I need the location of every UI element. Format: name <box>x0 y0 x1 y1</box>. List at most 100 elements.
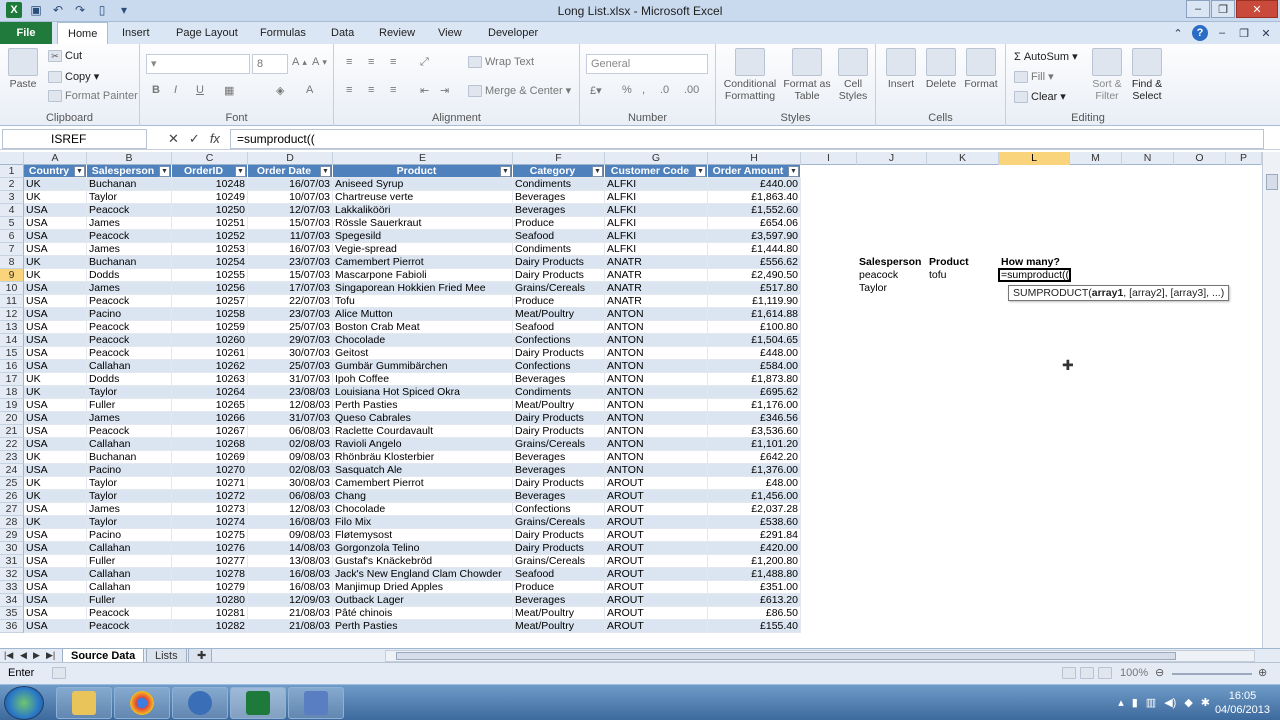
format-cells-button[interactable]: Format <box>960 48 1002 90</box>
table-header-cell[interactable]: Customer Code ▼ <box>605 165 708 178</box>
row-header[interactable]: 19 <box>0 399 24 412</box>
table-cell[interactable]: Taylor <box>87 191 172 204</box>
filter-dropdown-icon[interactable]: ▼ <box>74 166 85 177</box>
table-cell[interactable]: 12/08/03 <box>248 399 333 412</box>
help-icon[interactable]: ? <box>1192 25 1208 41</box>
table-cell[interactable]: USA <box>24 425 87 438</box>
table-cell[interactable]: Produce <box>513 217 605 230</box>
table-cell[interactable]: Peacock <box>87 620 172 633</box>
table-cell[interactable]: AROUT <box>605 555 708 568</box>
table-cell[interactable]: 23/07/03 <box>248 256 333 269</box>
table-cell[interactable]: Raclette Courdavault <box>333 425 513 438</box>
tab-formulas[interactable]: Formulas <box>250 22 316 44</box>
table-cell[interactable]: Spegesild <box>333 230 513 243</box>
bold-button[interactable]: B <box>152 84 160 96</box>
table-cell[interactable]: UK <box>24 373 87 386</box>
table-cell[interactable]: Dairy Products <box>513 477 605 490</box>
table-cell[interactable]: Grains/Cereals <box>513 555 605 568</box>
insert-function-icon[interactable]: fx <box>210 131 220 147</box>
table-cell[interactable]: UK <box>24 256 87 269</box>
table-cell[interactable]: James <box>87 243 172 256</box>
table-cell[interactable]: Condiments <box>513 386 605 399</box>
tab-page-layout[interactable]: Page Layout <box>166 22 248 44</box>
table-cell[interactable]: 02/08/03 <box>248 438 333 451</box>
row-header[interactable]: 22 <box>0 438 24 451</box>
table-cell[interactable]: 17/07/03 <box>248 282 333 295</box>
table-cell[interactable]: £291.84 <box>708 529 801 542</box>
row-header[interactable]: 27 <box>0 503 24 516</box>
table-cell[interactable]: ALFKI <box>605 178 708 191</box>
tab-view[interactable]: View <box>428 22 472 44</box>
font-size-combo[interactable]: 8 <box>252 54 288 74</box>
table-cell[interactable]: 10253 <box>172 243 248 256</box>
table-cell[interactable]: 10276 <box>172 542 248 555</box>
product-value[interactable]: tofu <box>927 269 999 282</box>
bluetooth-icon[interactable]: ✱ <box>1201 696 1210 709</box>
table-cell[interactable]: 10277 <box>172 555 248 568</box>
table-cell[interactable]: 10265 <box>172 399 248 412</box>
table-cell[interactable]: AROUT <box>605 594 708 607</box>
table-cell[interactable]: Singaporean Hokkien Fried Mee <box>333 282 513 295</box>
column-header-e[interactable]: E <box>333 152 513 165</box>
table-cell[interactable]: USA <box>24 334 87 347</box>
table-cell[interactable]: USA <box>24 581 87 594</box>
table-cell[interactable]: £86.50 <box>708 607 801 620</box>
table-cell[interactable]: ANTON <box>605 347 708 360</box>
table-cell[interactable]: 25/07/03 <box>248 360 333 373</box>
decrease-decimal-icon[interactable]: .00 <box>684 84 699 96</box>
row-header[interactable]: 15 <box>0 347 24 360</box>
table-cell[interactable]: Ipoh Coffee <box>333 373 513 386</box>
horizontal-scroll-thumb[interactable] <box>396 652 1176 660</box>
filter-dropdown-icon[interactable]: ▼ <box>159 166 170 177</box>
shrink-font-button[interactable]: A ▾ <box>312 56 327 68</box>
table-cell[interactable]: James <box>87 412 172 425</box>
row-header[interactable]: 3 <box>0 191 24 204</box>
column-header-b[interactable]: B <box>87 152 172 165</box>
table-cell[interactable]: Boston Crab Meat <box>333 321 513 334</box>
find-select-button[interactable]: Find & Select <box>1126 48 1168 102</box>
table-cell[interactable]: AROUT <box>605 477 708 490</box>
fill-button[interactable]: Fill ▾ <box>1014 70 1054 83</box>
align-right-icon[interactable]: ≡ <box>390 84 396 96</box>
table-cell[interactable]: Fuller <box>87 399 172 412</box>
table-cell[interactable]: 02/08/03 <box>248 464 333 477</box>
orientation-icon[interactable]: ⤢ <box>420 56 429 69</box>
table-cell[interactable]: Grains/Cereals <box>513 282 605 295</box>
table-cell[interactable]: £654.06 <box>708 217 801 230</box>
table-cell[interactable]: Peacock <box>87 230 172 243</box>
table-cell[interactable]: 16/08/03 <box>248 568 333 581</box>
table-cell[interactable]: Beverages <box>513 490 605 503</box>
table-cell[interactable]: UK <box>24 477 87 490</box>
table-cell[interactable]: £3,597.90 <box>708 230 801 243</box>
tray-expand-icon[interactable]: ▴ <box>1118 696 1124 709</box>
salesperson-label[interactable]: Salesperson <box>857 256 927 269</box>
table-cell[interactable]: 30/08/03 <box>248 477 333 490</box>
table-cell[interactable]: Dairy Products <box>513 269 605 282</box>
row-header[interactable]: 13 <box>0 321 24 334</box>
table-cell[interactable]: 10248 <box>172 178 248 191</box>
table-cell[interactable]: Beverages <box>513 594 605 607</box>
column-header-l[interactable]: L <box>999 152 1070 165</box>
table-cell[interactable]: Peacock <box>87 607 172 620</box>
align-left-icon[interactable]: ≡ <box>346 84 352 96</box>
table-cell[interactable]: UK <box>24 490 87 503</box>
taskbar-video[interactable] <box>288 687 344 719</box>
last-sheet-icon[interactable]: ▶| <box>46 650 55 661</box>
table-cell[interactable]: James <box>87 217 172 230</box>
table-header-cell[interactable]: Category ▼ <box>513 165 605 178</box>
table-cell[interactable]: ALFKI <box>605 243 708 256</box>
table-cell[interactable]: 31/07/03 <box>248 373 333 386</box>
table-cell[interactable]: £448.00 <box>708 347 801 360</box>
table-cell[interactable]: 10264 <box>172 386 248 399</box>
table-cell[interactable]: James <box>87 282 172 295</box>
grow-font-button[interactable]: A ▴ <box>292 56 307 68</box>
filter-dropdown-icon[interactable]: ▼ <box>695 166 706 177</box>
table-cell[interactable]: £1,119.90 <box>708 295 801 308</box>
table-cell[interactable]: USA <box>24 282 87 295</box>
table-cell[interactable]: Camembert Pierrot <box>333 477 513 490</box>
table-cell[interactable]: 10250 <box>172 204 248 217</box>
table-cell[interactable]: 16/08/03 <box>248 516 333 529</box>
column-header-p[interactable]: P <box>1226 152 1262 165</box>
table-cell[interactable]: ANTON <box>605 399 708 412</box>
prev-sheet-icon[interactable]: ◀ <box>20 650 27 661</box>
